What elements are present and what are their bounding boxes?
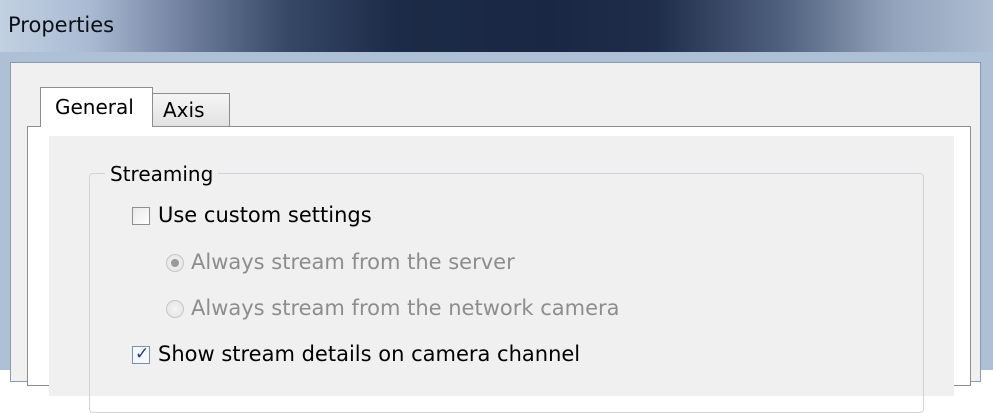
- tab-general[interactable]: General: [40, 87, 153, 127]
- stream-from-camera-label: Always stream from the network camera: [191, 296, 620, 320]
- title-bar[interactable]: Properties: [0, 0, 993, 52]
- radio-selected-dot: [171, 259, 179, 267]
- tab-axis-label: Axis: [163, 98, 205, 122]
- tab-axis[interactable]: Axis: [152, 93, 230, 127]
- use-custom-settings-label: Use custom settings: [158, 203, 372, 227]
- window-frame: General Axis Streaming Use custom settin…: [0, 52, 993, 413]
- tab-general-label: General: [55, 95, 134, 119]
- show-stream-details-label: Show stream details on camera channel: [158, 342, 581, 366]
- checkmark-icon: ✓: [135, 344, 150, 364]
- window-title: Properties: [8, 13, 115, 37]
- stream-from-server-label: Always stream from the server: [191, 250, 515, 274]
- use-custom-settings-checkbox[interactable]: [132, 207, 150, 225]
- stream-from-camera-radio[interactable]: [166, 300, 184, 318]
- dialog-body: General Axis Streaming Use custom settin…: [10, 62, 981, 413]
- tab-panel: Streaming Use custom settings Always str…: [27, 126, 971, 413]
- show-stream-details-checkbox[interactable]: ✓: [132, 344, 150, 364]
- streaming-group-label: Streaming: [105, 162, 219, 186]
- tab-panel-content: Streaming Use custom settings Always str…: [49, 136, 954, 413]
- stream-from-server-radio[interactable]: [166, 254, 184, 272]
